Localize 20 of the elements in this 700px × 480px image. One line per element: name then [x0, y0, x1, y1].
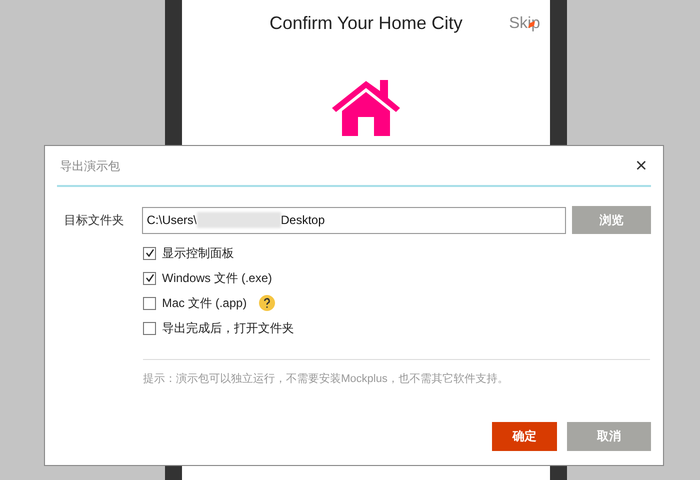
- cancel-button[interactable]: 取消: [567, 422, 651, 450]
- cursor-icon: [527, 20, 536, 29]
- house-icon: [330, 79, 402, 136]
- path-field[interactable]: C:\Users\ Desktop: [142, 206, 566, 234]
- dialog-title: 导出演示包: [60, 158, 120, 174]
- help-icon[interactable]: [258, 295, 275, 311]
- option-label: 导出完成后，打开文件夹: [162, 320, 294, 337]
- hint-text: 提示：演示包可以独立运行，不需要安装Mockplus，也不需其它软件支持。: [143, 372, 510, 387]
- screen-title: Confirm Your Home City: [269, 12, 463, 35]
- option-label: Mac 文件 (.app): [162, 295, 247, 312]
- confirm-button[interactable]: 确定: [492, 422, 557, 450]
- option-label: 显示控制面板: [162, 245, 234, 262]
- checkbox[interactable]: [143, 246, 156, 260]
- option-label: Windows 文件 (.exe): [162, 270, 272, 287]
- close-button[interactable]: ×: [635, 156, 647, 176]
- folder-label: 目标文件夹: [64, 212, 125, 229]
- checkbox[interactable]: [143, 272, 156, 284]
- checkbox[interactable]: [143, 296, 156, 310]
- checkbox[interactable]: [143, 322, 156, 334]
- browse-button[interactable]: 浏览: [572, 206, 651, 234]
